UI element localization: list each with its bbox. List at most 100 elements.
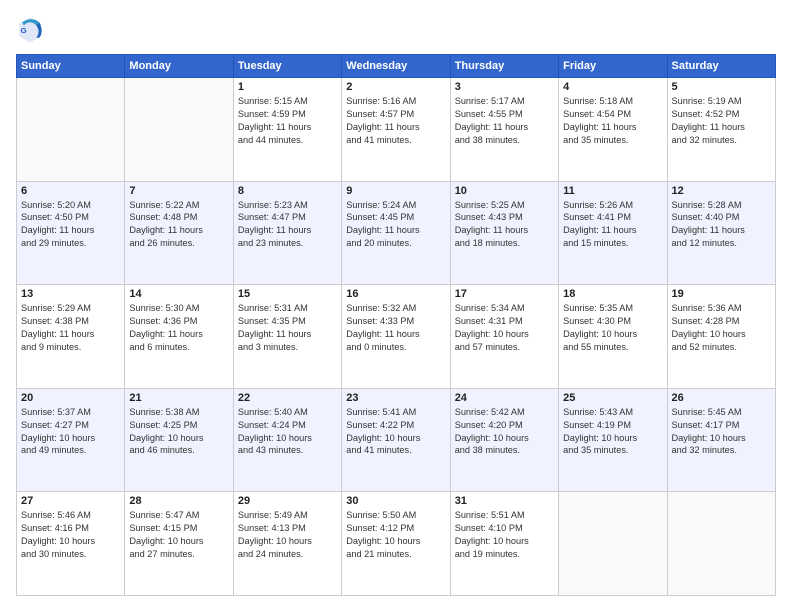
day-info: Sunrise: 5:41 AM Sunset: 4:22 PM Dayligh… xyxy=(346,406,445,458)
calendar-cell: 9 Sunrise: 5:24 AM Sunset: 4:45 PM Daylig… xyxy=(342,181,450,285)
calendar-cell: 8 Sunrise: 5:23 AM Sunset: 4:47 PM Daylig… xyxy=(233,181,341,285)
calendar-cell: 30Sunrise: 5:50 AM Sunset: 4:12 PM Dayli… xyxy=(342,492,450,596)
day-info: Sunrise: 5:16 AM Sunset: 4:57 PM Dayligh… xyxy=(346,95,445,147)
day-number: 3 xyxy=(455,81,554,93)
day-info: Sunrise: 5:23 AM Sunset: 4:47 PM Dayligh… xyxy=(238,199,337,251)
calendar-cell: 19 Sunrise: 5:36 AM Sunset: 4:28 PM Dayli… xyxy=(667,285,775,389)
day-number: 6 xyxy=(21,185,120,197)
calendar-header-wednesday: Wednesday xyxy=(342,55,450,78)
day-info: Sunrise: 5:47 AM Sunset: 4:15 PM Dayligh… xyxy=(129,509,228,561)
page: G SundayMondayTuesdayWednesdayThursdayFr… xyxy=(0,0,792,612)
day-number: 2 xyxy=(346,81,445,93)
logo-icon: G xyxy=(16,16,44,44)
calendar-cell: 20 Sunrise: 5:37 AM Sunset: 4:27 PM Dayli… xyxy=(17,388,125,492)
day-number: 16 xyxy=(346,288,445,300)
calendar-cell: 10 Sunrise: 5:25 AM Sunset: 4:43 PM Dayli… xyxy=(450,181,558,285)
day-info: Sunrise: 5:34 AM Sunset: 4:31 PM Dayligh… xyxy=(455,302,554,354)
day-number: 31 xyxy=(455,495,554,507)
day-info: Sunrise: 5:37 AM Sunset: 4:27 PM Dayligh… xyxy=(21,406,120,458)
day-number: 12 xyxy=(672,185,771,197)
day-number: 23 xyxy=(346,392,445,404)
day-number: 22 xyxy=(238,392,337,404)
day-number: 29 xyxy=(238,495,337,507)
day-number: 10 xyxy=(455,185,554,197)
day-info: Sunrise: 5:24 AM Sunset: 4:45 PM Dayligh… xyxy=(346,199,445,251)
calendar-cell: 31Sunrise: 5:51 AM Sunset: 4:10 PM Dayli… xyxy=(450,492,558,596)
calendar-week-row: 27 Sunrise: 5:46 AM Sunset: 4:16 PM Dayli… xyxy=(17,492,776,596)
day-info: Sunrise: 5:30 AM Sunset: 4:36 PM Dayligh… xyxy=(129,302,228,354)
day-info: Sunrise: 5:43 AM Sunset: 4:19 PM Dayligh… xyxy=(563,406,662,458)
day-number: 14 xyxy=(129,288,228,300)
calendar-header-tuesday: Tuesday xyxy=(233,55,341,78)
calendar-cell: 15 Sunrise: 5:31 AM Sunset: 4:35 PM Dayli… xyxy=(233,285,341,389)
day-info: Sunrise: 5:40 AM Sunset: 4:24 PM Dayligh… xyxy=(238,406,337,458)
day-number: 24 xyxy=(455,392,554,404)
day-info: Sunrise: 5:46 AM Sunset: 4:16 PM Dayligh… xyxy=(21,509,120,561)
day-number: 21 xyxy=(129,392,228,404)
calendar-cell: 26Sunrise: 5:45 AM Sunset: 4:17 PM Dayli… xyxy=(667,388,775,492)
calendar-cell: 4 Sunrise: 5:18 AM Sunset: 4:54 PM Daylig… xyxy=(559,78,667,182)
day-number: 8 xyxy=(238,185,337,197)
day-info: Sunrise: 5:31 AM Sunset: 4:35 PM Dayligh… xyxy=(238,302,337,354)
calendar-cell: 1 Sunrise: 5:15 AM Sunset: 4:59 PM Daylig… xyxy=(233,78,341,182)
calendar-cell: 14 Sunrise: 5:30 AM Sunset: 4:36 PM Dayli… xyxy=(125,285,233,389)
calendar-cell xyxy=(667,492,775,596)
calendar-week-row: 1 Sunrise: 5:15 AM Sunset: 4:59 PM Daylig… xyxy=(17,78,776,182)
logo: G xyxy=(16,16,48,44)
calendar-cell: 22 Sunrise: 5:40 AM Sunset: 4:24 PM Dayli… xyxy=(233,388,341,492)
day-number: 28 xyxy=(129,495,228,507)
day-info: Sunrise: 5:28 AM Sunset: 4:40 PM Dayligh… xyxy=(672,199,771,251)
day-info: Sunrise: 5:36 AM Sunset: 4:28 PM Dayligh… xyxy=(672,302,771,354)
calendar-week-row: 6 Sunrise: 5:20 AM Sunset: 4:50 PM Daylig… xyxy=(17,181,776,285)
day-number: 13 xyxy=(21,288,120,300)
day-info: Sunrise: 5:19 AM Sunset: 4:52 PM Dayligh… xyxy=(672,95,771,147)
day-number: 1 xyxy=(238,81,337,93)
calendar-header-friday: Friday xyxy=(559,55,667,78)
calendar-cell: 6 Sunrise: 5:20 AM Sunset: 4:50 PM Daylig… xyxy=(17,181,125,285)
calendar-header-saturday: Saturday xyxy=(667,55,775,78)
day-info: Sunrise: 5:18 AM Sunset: 4:54 PM Dayligh… xyxy=(563,95,662,147)
svg-text:G: G xyxy=(21,26,27,35)
day-number: 27 xyxy=(21,495,120,507)
calendar-cell: 7Sunrise: 5:22 AM Sunset: 4:48 PM Daylig… xyxy=(125,181,233,285)
day-number: 18 xyxy=(563,288,662,300)
day-number: 25 xyxy=(563,392,662,404)
day-number: 5 xyxy=(672,81,771,93)
calendar-cell: 23 Sunrise: 5:41 AM Sunset: 4:22 PM Dayli… xyxy=(342,388,450,492)
calendar-header-monday: Monday xyxy=(125,55,233,78)
day-number: 9 xyxy=(346,185,445,197)
day-info: Sunrise: 5:32 AM Sunset: 4:33 PM Dayligh… xyxy=(346,302,445,354)
calendar-cell: 13Sunrise: 5:29 AM Sunset: 4:38 PM Dayli… xyxy=(17,285,125,389)
calendar-cell: 21 Sunrise: 5:38 AM Sunset: 4:25 PM Dayli… xyxy=(125,388,233,492)
calendar-cell: 2 Sunrise: 5:16 AM Sunset: 4:57 PM Daylig… xyxy=(342,78,450,182)
calendar-table: SundayMondayTuesdayWednesdayThursdayFrid… xyxy=(16,54,776,596)
calendar-cell: 18Sunrise: 5:35 AM Sunset: 4:30 PM Dayli… xyxy=(559,285,667,389)
day-number: 20 xyxy=(21,392,120,404)
day-info: Sunrise: 5:38 AM Sunset: 4:25 PM Dayligh… xyxy=(129,406,228,458)
calendar-cell: 28 Sunrise: 5:47 AM Sunset: 4:15 PM Dayli… xyxy=(125,492,233,596)
day-info: Sunrise: 5:20 AM Sunset: 4:50 PM Dayligh… xyxy=(21,199,120,251)
day-number: 15 xyxy=(238,288,337,300)
calendar-cell xyxy=(559,492,667,596)
calendar-cell: 3 Sunrise: 5:17 AM Sunset: 4:55 PM Daylig… xyxy=(450,78,558,182)
day-info: Sunrise: 5:25 AM Sunset: 4:43 PM Dayligh… xyxy=(455,199,554,251)
day-info: Sunrise: 5:17 AM Sunset: 4:55 PM Dayligh… xyxy=(455,95,554,147)
calendar-cell xyxy=(125,78,233,182)
calendar-header-row: SundayMondayTuesdayWednesdayThursdayFrid… xyxy=(17,55,776,78)
calendar-cell: 5 Sunrise: 5:19 AM Sunset: 4:52 PM Daylig… xyxy=(667,78,775,182)
day-info: Sunrise: 5:45 AM Sunset: 4:17 PM Dayligh… xyxy=(672,406,771,458)
calendar-cell: 27 Sunrise: 5:46 AM Sunset: 4:16 PM Dayli… xyxy=(17,492,125,596)
day-info: Sunrise: 5:50 AM Sunset: 4:12 PM Dayligh… xyxy=(346,509,445,561)
calendar-cell: 11 Sunrise: 5:26 AM Sunset: 4:41 PM Dayli… xyxy=(559,181,667,285)
day-info: Sunrise: 5:15 AM Sunset: 4:59 PM Dayligh… xyxy=(238,95,337,147)
day-info: Sunrise: 5:49 AM Sunset: 4:13 PM Dayligh… xyxy=(238,509,337,561)
day-info: Sunrise: 5:26 AM Sunset: 4:41 PM Dayligh… xyxy=(563,199,662,251)
day-number: 4 xyxy=(563,81,662,93)
day-number: 11 xyxy=(563,185,662,197)
day-number: 19 xyxy=(672,288,771,300)
calendar-header-sunday: Sunday xyxy=(17,55,125,78)
calendar-cell: 12 Sunrise: 5:28 AM Sunset: 4:40 PM Dayli… xyxy=(667,181,775,285)
calendar-cell: 24Sunrise: 5:42 AM Sunset: 4:20 PM Dayli… xyxy=(450,388,558,492)
calendar-week-row: 13Sunrise: 5:29 AM Sunset: 4:38 PM Dayli… xyxy=(17,285,776,389)
calendar-header-thursday: Thursday xyxy=(450,55,558,78)
